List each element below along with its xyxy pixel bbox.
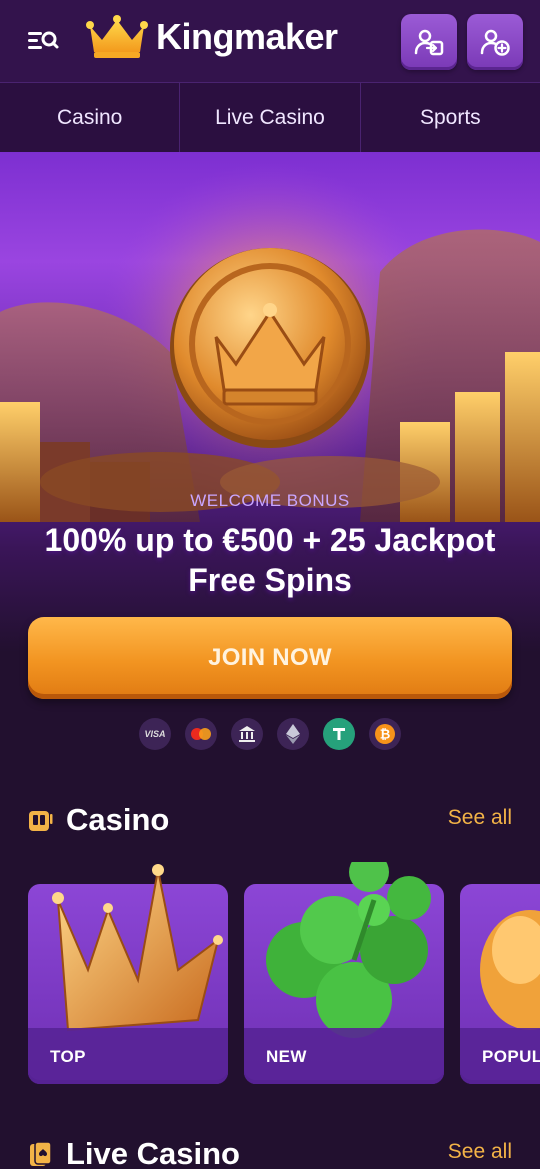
hero-banner: WELCOME BONUS 100% up to €500 + 25 Jackp…	[0, 152, 540, 762]
nav-live-casino[interactable]: Live Casino	[180, 83, 361, 152]
login-button[interactable]	[401, 14, 457, 70]
gold-coin-illustration	[0, 162, 540, 522]
mastercard-icon	[185, 718, 217, 750]
login-icon	[414, 29, 444, 56]
brand-name: Kingmaker	[156, 16, 338, 57]
live-casino-see-all-link[interactable]: See all	[448, 1140, 512, 1164]
casino-see-all-link[interactable]: See all	[448, 806, 512, 830]
slot-machine-icon	[29, 811, 53, 831]
card-label-new: NEW	[266, 1047, 307, 1066]
card-label-top: TOP	[50, 1047, 86, 1066]
casino-section-header: Casino See all	[0, 800, 540, 840]
live-casino-section-header: Live Casino See all	[0, 1134, 540, 1169]
popular-illustration	[480, 910, 540, 1030]
register-button[interactable]	[467, 14, 523, 70]
bitcoin-icon: ₿	[369, 718, 401, 750]
top-header: Kingmaker	[0, 0, 540, 82]
tether-icon	[323, 718, 355, 750]
bank-icon	[231, 718, 263, 750]
casino-category-carousel: TOP NEW POPUL	[28, 862, 540, 1087]
bonus-headline: 100% up to €500 + 25 Jackpot Free Spins	[44, 522, 496, 598]
cards-icon	[30, 1141, 52, 1166]
clover-illustration	[266, 862, 431, 1038]
join-now-button[interactable]: JOIN NOW	[28, 617, 512, 699]
ethereum-icon	[277, 718, 309, 750]
crown-illustration	[52, 864, 223, 1032]
card-label-popular: POPUL	[482, 1047, 540, 1066]
menu-search-icon[interactable]	[26, 26, 60, 56]
category-card-popular[interactable]: POPUL	[460, 884, 540, 1084]
crown-icon	[86, 15, 148, 58]
visa-icon: VISA	[139, 718, 171, 750]
live-casino-section-title: Live Casino	[66, 1136, 240, 1169]
svg-text:₿: ₿	[380, 728, 391, 743]
add-user-icon	[480, 29, 510, 56]
brand-logo[interactable]: Kingmaker	[86, 14, 338, 60]
category-card-top[interactable]: TOP	[28, 864, 228, 1084]
casino-section-title: Casino	[66, 802, 170, 837]
nav-casino[interactable]: Casino	[0, 83, 181, 152]
visa-label: VISA	[144, 729, 166, 739]
nav-sports[interactable]: Sports	[361, 83, 540, 152]
payment-methods: VISA ₿	[0, 718, 540, 750]
category-nav: Casino Live Casino Sports	[0, 82, 540, 152]
bonus-eyebrow: WELCOME BONUS	[190, 491, 350, 510]
category-card-new[interactable]: NEW	[244, 862, 444, 1084]
